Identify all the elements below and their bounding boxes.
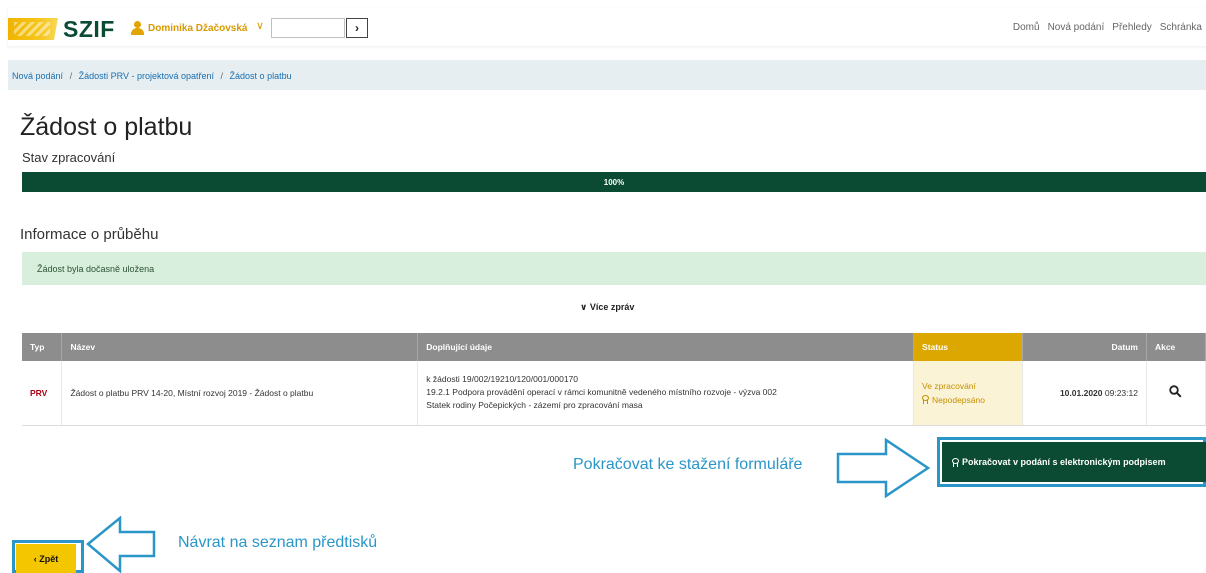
detail-line: 19.2.1 Podpora provádění operací v rámci… bbox=[426, 387, 777, 398]
more-messages-toggle[interactable]: ∨ Více zpráv bbox=[580, 302, 634, 313]
cell-status: Ve zpracování Nepodepsáno bbox=[913, 361, 1023, 426]
date-value: 10.01.2020 bbox=[1059, 387, 1103, 398]
header-typ: Typ bbox=[22, 333, 63, 361]
progress-text: 100% bbox=[603, 177, 625, 187]
header-akce: Akce bbox=[1146, 333, 1206, 361]
table-row: PRV Žádost o platbu PRV 14-20, Místní ro… bbox=[22, 361, 1206, 426]
detail-line: k žádosti 19/002/19210/120/001/000170 bbox=[426, 374, 578, 385]
arrow-left-icon bbox=[86, 516, 156, 573]
header-datum: Datum bbox=[1022, 333, 1147, 361]
progress-label: Stav zpracování bbox=[22, 150, 116, 165]
header-status: Status bbox=[913, 333, 1023, 361]
cell-nazev: Žádost o platbu PRV 14-20, Místní rozvoj… bbox=[61, 361, 419, 426]
signature-ribbon-icon bbox=[922, 394, 930, 404]
breadcrumb-item[interactable]: Žádosti PRV - projektová opatření bbox=[79, 71, 214, 81]
continue-signature-button[interactable]: Pokračovat v podání s elektronickým podp… bbox=[942, 442, 1206, 482]
progress-fill: 100% bbox=[22, 172, 1206, 192]
progress-bar: 100% bbox=[22, 172, 1206, 192]
hint-continue-download: Pokračovat ke stažení formuláře bbox=[573, 456, 803, 473]
cell-detail: k žádosti 19/002/19210/120/001/000170 19… bbox=[417, 361, 915, 426]
nav-inbox[interactable]: Schránka bbox=[1160, 22, 1202, 33]
breadcrumb-separator: / bbox=[69, 71, 73, 81]
chevron-down-icon: ∨ bbox=[580, 302, 588, 312]
top-nav: Domů Nová podání Přehledy Schránka bbox=[1013, 22, 1202, 33]
nav-home[interactable]: Domů bbox=[1013, 22, 1040, 33]
breadcrumb-item-current[interactable]: Žádost o platbu bbox=[230, 71, 292, 81]
continue-signature-label: Pokračovat v podání s elektronickým podp… bbox=[962, 457, 1166, 467]
cell-datum: 10.01.2020 09:23:12 bbox=[1022, 361, 1147, 426]
cell-akce bbox=[1146, 361, 1206, 426]
logo-stripe bbox=[8, 18, 58, 40]
hint-back-to-list: Návrat na seznam předtisků bbox=[178, 534, 378, 551]
signature-ribbon-icon bbox=[952, 457, 959, 467]
status-unsigned: Nepodepsáno bbox=[922, 393, 1014, 407]
detail-line: Statek rodiny Počepických - zázemí pro z… bbox=[426, 400, 643, 411]
header-doplnujici: Doplňující údaje bbox=[417, 333, 915, 361]
nav-overviews[interactable]: Přehledy bbox=[1112, 22, 1151, 33]
breadcrumb-separator: / bbox=[220, 71, 224, 81]
cell-typ: PRV bbox=[22, 361, 63, 426]
back-button[interactable]: ‹ Zpět bbox=[16, 544, 76, 573]
user-icon bbox=[130, 21, 144, 35]
search-input[interactable] bbox=[271, 18, 345, 38]
logo[interactable]: SZIF bbox=[63, 16, 115, 43]
more-messages-label: Více zpráv bbox=[589, 302, 635, 312]
status-alert: Žádost byla dočasně uložena bbox=[22, 252, 1206, 285]
table-header-row: Typ Název Doplňující údaje Status Datum … bbox=[22, 333, 1206, 361]
chevron-down-icon[interactable]: ∨ bbox=[256, 19, 264, 32]
time-value: 09:23:12 bbox=[1104, 387, 1138, 398]
info-section-title: Informace o průběhu bbox=[20, 226, 159, 243]
status-unsigned-label: Nepodepsáno bbox=[932, 394, 985, 405]
arrow-right-icon bbox=[836, 438, 931, 498]
header-nazev: Název bbox=[61, 333, 419, 361]
search-go-button[interactable]: › bbox=[346, 18, 368, 38]
breadcrumb: Nová podání / Žádosti PRV - projektová o… bbox=[8, 60, 1206, 90]
back-label: Zpět bbox=[39, 553, 59, 564]
page-title: Žádost o platbu bbox=[20, 113, 193, 141]
user-menu[interactable]: Dominika Džačovská bbox=[148, 23, 248, 34]
top-bar: SZIF Dominika Džačovská ∨ › Domů Nová po… bbox=[8, 8, 1206, 46]
nav-new-submission[interactable]: Nová podání bbox=[1048, 22, 1105, 33]
search-icon[interactable] bbox=[1169, 385, 1182, 398]
status-processing: Ve zpracování bbox=[922, 380, 976, 391]
submissions-table: Typ Název Doplňující údaje Status Datum … bbox=[22, 333, 1206, 426]
breadcrumb-item[interactable]: Nová podání bbox=[12, 71, 63, 81]
